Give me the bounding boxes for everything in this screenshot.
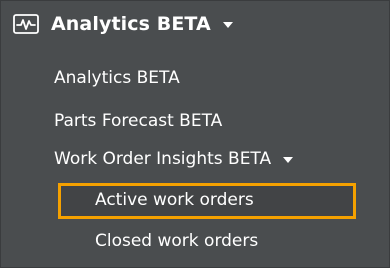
submenu-item-closed-work-orders[interactable]: Closed work orders — [95, 231, 258, 251]
chevron-down-icon — [283, 157, 294, 163]
analytics-menu-title: Analytics BETA — [51, 13, 211, 35]
menu-item-label: Parts Forecast BETA — [54, 111, 223, 131]
analytics-menu-panel: Analytics BETA Analytics BETA Parts Fore… — [0, 0, 390, 268]
submenu-item-active-work-orders[interactable]: Active work orders — [95, 190, 254, 210]
menu-item-label: Work Order Insights BETA — [54, 149, 272, 169]
submenu-item-label: Closed work orders — [95, 231, 259, 251]
menu-item-label: Analytics BETA — [54, 68, 180, 88]
menu-item-parts-forecast[interactable]: Parts Forecast BETA — [54, 111, 222, 131]
menu-item-work-order-insights[interactable]: Work Order Insights BETA — [54, 149, 294, 169]
chevron-down-icon — [222, 22, 233, 28]
menu-item-analytics[interactable]: Analytics BETA — [54, 68, 180, 88]
analytics-menu-header[interactable]: Analytics BETA — [13, 11, 233, 37]
submenu-item-label: Active work orders — [95, 190, 254, 210]
activity-chart-icon — [13, 14, 39, 34]
